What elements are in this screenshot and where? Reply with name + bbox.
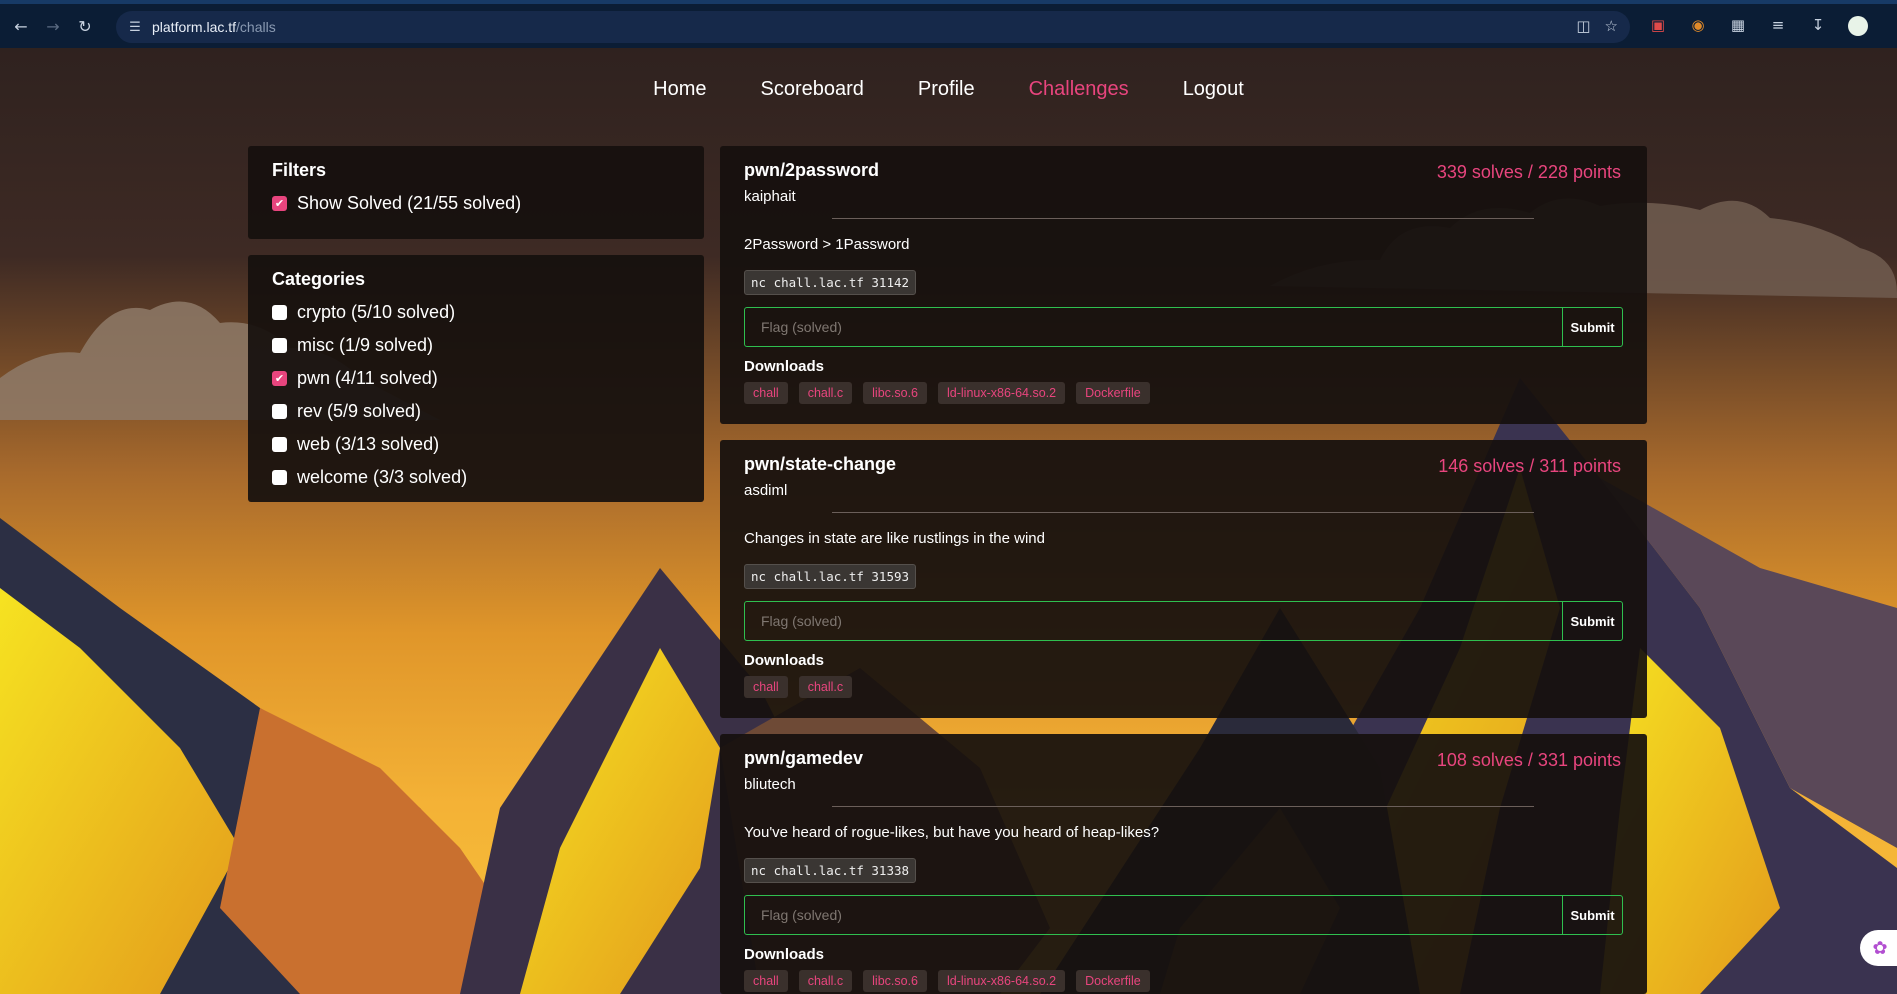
downloads-list: chall chall.c libc.so.6 ld-linux-x86-64.… — [744, 382, 1150, 404]
download-link[interactable]: ld-linux-x86-64.so.2 — [938, 382, 1066, 404]
back-icon[interactable]: ← — [10, 15, 32, 37]
extension-cookie-icon[interactable]: ◉ — [1688, 16, 1708, 36]
downloads-list: chall chall.c — [744, 676, 853, 698]
flag-input[interactable] — [745, 308, 1562, 346]
downloads-title: Downloads — [744, 946, 825, 963]
reload-icon[interactable]: ↻ — [74, 15, 96, 37]
category-crypto[interactable]: crypto (5/10 solved) — [272, 296, 680, 329]
checkbox-icon[interactable] — [272, 470, 287, 485]
checkbox-icon[interactable] — [272, 305, 287, 320]
checkbox-checked-icon[interactable]: ✔ — [272, 196, 287, 211]
category-label: web (3/13 solved) — [297, 434, 440, 454]
forward-icon[interactable]: → — [42, 15, 64, 37]
challenge-description: You've heard of rogue-likes, but have yo… — [744, 824, 1160, 841]
translate-icon[interactable]: ◫ — [1576, 17, 1590, 35]
challenge-author: bliutech — [744, 776, 796, 793]
category-welcome[interactable]: welcome (3/3 solved) — [272, 461, 680, 494]
download-link[interactable]: chall.c — [798, 382, 853, 404]
categories-panel: Categories crypto (5/10 solved) misc (1/… — [248, 255, 704, 502]
url-text[interactable]: platform.lac.tf/challs — [152, 19, 276, 35]
challenge-card: pwn/state-change asdiml 146 solves / 311… — [720, 440, 1647, 718]
flag-form: Submit — [744, 307, 1623, 347]
submit-button[interactable]: Submit — [1562, 602, 1622, 640]
checkbox-icon[interactable] — [272, 338, 287, 353]
download-link[interactable]: libc.so.6 — [863, 382, 928, 404]
connection-command: nc chall.lac.tf 31142 — [744, 270, 917, 295]
download-link[interactable]: Dockerfile — [1076, 382, 1150, 404]
download-link[interactable]: chall.c — [798, 970, 853, 992]
downloads-title: Downloads — [744, 358, 825, 375]
extensions-puzzle-icon[interactable]: ▦ — [1728, 16, 1748, 36]
category-label: welcome (3/3 solved) — [297, 467, 468, 487]
submit-button[interactable]: Submit — [1562, 308, 1622, 346]
challenge-description: Changes in state are like rustlings in t… — [744, 530, 1045, 547]
category-misc[interactable]: misc (1/9 solved) — [272, 329, 680, 362]
assistant-widget-icon[interactable]: ✿ — [1860, 930, 1897, 966]
categories-title: Categories — [272, 269, 366, 289]
challenge-description: 2Password > 1Password — [744, 236, 910, 253]
download-icon[interactable]: ↧ — [1808, 16, 1828, 36]
nav-challenges[interactable]: Challenges — [1029, 78, 1129, 101]
challenge-title: pwn/gamedev — [744, 748, 864, 768]
download-link[interactable]: chall.c — [798, 676, 853, 698]
connection-command: nc chall.lac.tf 31593 — [744, 564, 917, 589]
site-settings-icon[interactable]: ☰ — [126, 20, 144, 35]
divider — [832, 218, 1534, 219]
flag-form: Submit — [744, 895, 1623, 935]
site-nav: Home Scoreboard Profile Challenges Logou… — [0, 78, 1897, 101]
url-path: /challs — [236, 19, 276, 35]
challenge-score: 146 solves / 311 points — [1438, 456, 1621, 476]
challenge-author: kaiphait — [744, 188, 796, 205]
checkbox-checked-icon[interactable]: ✔ — [272, 371, 287, 386]
challenge-card: pwn/2password kaiphait 339 solves / 228 … — [720, 146, 1647, 424]
challenge-author: asdiml — [744, 482, 788, 499]
challenge-card: pwn/gamedev bliutech 108 solves / 331 po… — [720, 734, 1647, 994]
bookmark-star-icon[interactable]: ☆ — [1605, 17, 1618, 35]
flag-input[interactable] — [745, 602, 1562, 640]
downloads-title: Downloads — [744, 652, 825, 669]
download-link[interactable]: Dockerfile — [1076, 970, 1150, 992]
challenge-score: 339 solves / 228 points — [1436, 162, 1621, 182]
category-label: misc (1/9 solved) — [297, 335, 434, 355]
category-web[interactable]: web (3/13 solved) — [272, 428, 680, 461]
category-rev[interactable]: rev (5/9 solved) — [272, 395, 680, 428]
downloads-list: chall chall.c libc.so.6 ld-linux-x86-64.… — [744, 970, 1150, 992]
download-link[interactable]: libc.so.6 — [863, 970, 928, 992]
nav-home[interactable]: Home — [653, 78, 706, 101]
url-host: platform.lac.tf — [152, 19, 237, 35]
profile-avatar[interactable] — [1848, 16, 1868, 36]
download-link[interactable]: chall — [744, 970, 788, 992]
download-link[interactable]: ld-linux-x86-64.so.2 — [938, 970, 1066, 992]
challenge-title: pwn/state-change — [744, 454, 897, 474]
nav-profile[interactable]: Profile — [918, 78, 975, 101]
checkbox-icon[interactable] — [272, 404, 287, 419]
checkbox-icon[interactable] — [272, 437, 287, 452]
download-link[interactable]: chall — [744, 382, 788, 404]
connection-command: nc chall.lac.tf 31338 — [744, 858, 917, 883]
browser-toolbar: ← → ↻ ☰ platform.lac.tf/challs ◫ ☆ ▣ ◉ ▦… — [0, 0, 1897, 48]
filters-title: Filters — [272, 160, 327, 180]
reading-list-icon[interactable]: ≡ — [1768, 16, 1788, 36]
challenge-title: pwn/2password — [744, 160, 880, 180]
challenge-score: 108 solves / 331 points — [1436, 750, 1621, 770]
flag-input[interactable] — [745, 896, 1562, 934]
divider — [832, 806, 1534, 807]
submit-button[interactable]: Submit — [1562, 896, 1622, 934]
category-label: crypto (5/10 solved) — [297, 302, 456, 322]
nav-scoreboard[interactable]: Scoreboard — [761, 78, 864, 101]
extension-card-icon[interactable]: ▣ — [1648, 16, 1668, 36]
divider — [832, 512, 1534, 513]
category-label: rev (5/9 solved) — [297, 401, 422, 421]
category-pwn[interactable]: ✔ pwn (4/11 solved) — [272, 362, 680, 395]
address-bar[interactable]: ☰ platform.lac.tf/challs ◫ ☆ — [116, 11, 1630, 43]
download-link[interactable]: chall — [744, 676, 788, 698]
show-solved-toggle[interactable]: ✔ Show Solved (21/55 solved) — [272, 187, 680, 220]
nav-logout[interactable]: Logout — [1183, 78, 1244, 101]
show-solved-label: Show Solved (21/55 solved) — [297, 193, 522, 213]
filters-panel: Filters ✔ Show Solved (21/55 solved) — [248, 146, 704, 239]
flag-form: Submit — [744, 601, 1623, 641]
category-label: pwn (4/11 solved) — [297, 368, 438, 388]
